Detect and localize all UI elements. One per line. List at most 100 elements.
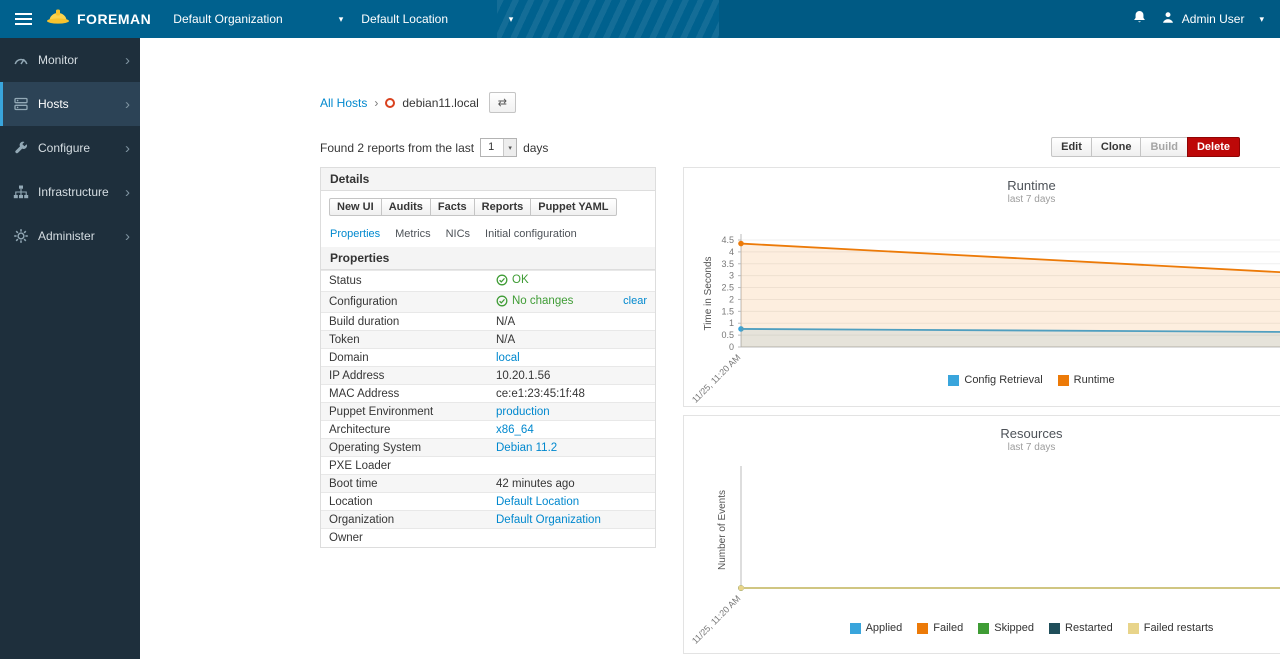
property-label: Operating System — [321, 439, 488, 457]
build-button[interactable]: Build — [1140, 137, 1188, 157]
property-value: No changes clear — [488, 292, 655, 313]
legend-swatch — [1049, 623, 1060, 634]
property-label: Build duration — [321, 313, 488, 331]
user-menu[interactable]: Admin User ▾ — [1161, 10, 1264, 28]
sidebar-item-monitor[interactable]: Monitor › — [0, 38, 140, 82]
host-switcher-button[interactable]: ⇄ — [489, 92, 516, 113]
property-label: IP Address — [321, 367, 488, 385]
property-row-puppet-environment: Puppet Environment production — [321, 403, 655, 421]
svg-text:4: 4 — [728, 247, 733, 257]
property-value: 42 minutes ago — [488, 475, 655, 493]
tab-nics[interactable]: NICs — [446, 228, 470, 240]
puppet-yaml-button[interactable]: Puppet YAML — [530, 198, 616, 216]
organization-link[interactable]: Default Organization — [496, 514, 601, 526]
facts-button[interactable]: Facts — [430, 198, 475, 216]
tab-properties[interactable]: Properties — [330, 228, 380, 240]
delete-button[interactable]: Delete — [1187, 137, 1240, 157]
property-value: local — [488, 349, 655, 367]
new-ui-button[interactable]: New UI — [329, 198, 382, 216]
sidebar-item-label: Infrastructure — [38, 185, 109, 199]
location-selector[interactable]: Default Location ▾ — [361, 12, 513, 26]
domain-link[interactable]: local — [496, 352, 520, 364]
sidebar-item-label: Configure — [38, 141, 90, 155]
ok-icon — [496, 295, 508, 307]
legend-item[interactable]: Runtime — [1058, 374, 1115, 386]
legend-item[interactable]: Applied — [850, 622, 903, 634]
reports-days-select[interactable]: 1 ▾ — [480, 138, 517, 157]
svg-text:0: 0 — [728, 342, 733, 352]
property-value — [488, 529, 655, 547]
chevron-right-icon: › — [125, 229, 130, 244]
resources-chart-legend: Applied Failed Skipped Restarted Failed rest… — [684, 622, 1280, 634]
svg-text:1.5: 1.5 — [721, 306, 734, 316]
sidebar-item-administer[interactable]: Administer › — [0, 214, 140, 258]
clone-button[interactable]: Clone — [1091, 137, 1142, 157]
property-row-mac-address: MAC Address ce:e1:23:45:1f:48 — [321, 385, 655, 403]
legend-item[interactable]: Failed restarts — [1128, 622, 1214, 634]
svg-text:1: 1 — [728, 318, 733, 328]
chevron-right-icon: › — [125, 141, 130, 156]
org-selector[interactable]: Default Organization ▾ — [173, 12, 343, 26]
notifications-bell-icon[interactable] — [1132, 9, 1147, 30]
property-row-configuration: Configuration No changes clear — [321, 292, 655, 313]
legend-item[interactable]: Restarted — [1049, 622, 1113, 634]
reports-button[interactable]: Reports — [474, 198, 532, 216]
clear-link[interactable]: clear — [623, 295, 647, 307]
sidebar-item-label: Administer — [38, 229, 95, 243]
chevron-down-icon: ▾ — [339, 14, 344, 25]
legend-item[interactable]: Config Retrieval — [948, 374, 1042, 386]
property-row-pxe-loader: PXE Loader — [321, 457, 655, 475]
foreman-brand[interactable]: FOREMAN — [46, 8, 151, 30]
sitemap-icon — [13, 184, 29, 200]
operating-system-link[interactable]: Debian 11.2 — [496, 442, 557, 454]
property-row-operating-system: Operating System Debian 11.2 — [321, 439, 655, 457]
legend-item[interactable]: Skipped — [978, 622, 1034, 634]
details-buttons: New UI Audits Facts Reports Puppet YAML — [321, 191, 655, 222]
sidebar-item-configure[interactable]: Configure › — [0, 126, 140, 170]
edit-button[interactable]: Edit — [1051, 137, 1092, 157]
legend-swatch — [1058, 375, 1069, 386]
location-link[interactable]: Default Location — [496, 496, 579, 508]
topbar-decoration — [497, 0, 719, 38]
topbar: FOREMAN Default Organization ▾ Default L… — [0, 0, 1280, 38]
property-label: Architecture — [321, 421, 488, 439]
reports-summary: Found 2 reports from the last 1 ▾ days — [320, 138, 548, 157]
legend-item[interactable]: Failed — [917, 622, 963, 634]
host-status-icon — [385, 98, 395, 108]
svg-text:3: 3 — [728, 271, 733, 281]
tab-metrics[interactable]: Metrics — [395, 228, 430, 240]
sidebar-item-hosts[interactable]: Hosts › — [0, 82, 140, 126]
location-selector-label: Default Location — [361, 12, 448, 26]
resources-plot: 11/25, 11:20 AM12/16, 7:20 AMNumber of E… — [696, 458, 1280, 646]
property-label: PXE Loader — [321, 457, 488, 475]
breadcrumb-current-host: debian11.local — [402, 96, 479, 110]
main-content: All Hosts › debian11.local ⇄ Found 2 rep… — [140, 38, 1280, 659]
properties-section-title: Properties — [321, 247, 655, 270]
sidebar-item-label: Monitor — [38, 53, 78, 67]
hamburger-menu-button[interactable] — [0, 0, 46, 38]
brand-text: FOREMAN — [77, 11, 151, 27]
wrench-icon — [13, 140, 29, 156]
svg-text:4.5: 4.5 — [721, 235, 734, 245]
puppet-environment-link[interactable]: production — [496, 406, 550, 418]
sidebar: Monitor › Hosts › Configure › Infrastruc… — [0, 38, 140, 659]
details-panel: Details New UI Audits Facts Reports Pupp… — [320, 167, 656, 548]
breadcrumb-all-hosts-link[interactable]: All Hosts — [320, 96, 367, 110]
property-row-architecture: Architecture x86_64 — [321, 421, 655, 439]
property-row-domain: Domain local — [321, 349, 655, 367]
chevron-right-icon: › — [125, 53, 130, 68]
chart-title: Resources — [684, 426, 1280, 442]
tab-initial-configuration[interactable]: Initial configuration — [485, 228, 577, 240]
svg-text:Number of Events: Number of Events — [717, 490, 728, 570]
property-row-token: Token N/A — [321, 331, 655, 349]
sidebar-item-infrastructure[interactable]: Infrastructure › — [0, 170, 140, 214]
property-label: Puppet Environment — [321, 403, 488, 421]
property-value — [488, 457, 655, 475]
audits-button[interactable]: Audits — [381, 198, 431, 216]
property-row-owner: Owner — [321, 529, 655, 547]
property-label: Configuration — [321, 292, 488, 313]
user-menu-label: Admin User — [1182, 12, 1245, 26]
property-value: x86_64 — [488, 421, 655, 439]
architecture-link[interactable]: x86_64 — [496, 424, 534, 436]
property-row-location: Location Default Location — [321, 493, 655, 511]
